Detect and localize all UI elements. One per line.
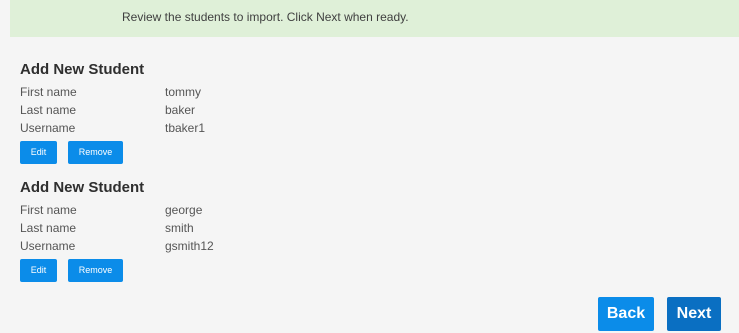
last-name-row: Last name baker <box>20 103 320 121</box>
info-banner: Review the students to import. Click Nex… <box>10 0 739 37</box>
last-name-label: Last name <box>20 221 77 235</box>
student-fields: First name george Last name smith Userna… <box>20 203 320 257</box>
student-card-title: Add New Student <box>20 61 145 78</box>
first-name-value: tommy <box>165 85 201 99</box>
first-name-label: First name <box>20 85 77 99</box>
first-name-label: First name <box>20 203 77 217</box>
student-card-title: Add New Student <box>20 179 145 196</box>
last-name-label: Last name <box>20 103 77 117</box>
first-name-value: george <box>165 203 203 217</box>
first-name-row: First name george <box>20 203 320 221</box>
edit-button[interactable]: Edit <box>20 259 57 282</box>
remove-button[interactable]: Remove <box>68 259 123 282</box>
username-label: Username <box>20 121 76 135</box>
student-card: Add New Student First name george Last n… <box>20 179 320 282</box>
username-row: Username tbaker1 <box>20 121 320 139</box>
remove-button[interactable]: Remove <box>68 141 123 164</box>
student-fields: First name tommy Last name baker Usernam… <box>20 85 320 139</box>
last-name-value: smith <box>165 221 194 235</box>
username-value: gsmith12 <box>165 239 214 253</box>
last-name-row: Last name smith <box>20 221 320 239</box>
username-label: Username <box>20 239 76 253</box>
first-name-row: First name tommy <box>20 85 320 103</box>
back-button[interactable]: Back <box>598 297 654 331</box>
last-name-value: baker <box>165 103 196 117</box>
username-value: tbaker1 <box>165 121 206 135</box>
edit-button[interactable]: Edit <box>20 141 57 164</box>
banner-message: Review the students to import. Click Nex… <box>122 10 409 24</box>
student-card: Add New Student First name tommy Last na… <box>20 61 320 164</box>
next-button[interactable]: Next <box>667 297 721 331</box>
student-actions: Edit Remove <box>20 259 320 282</box>
username-row: Username gsmith12 <box>20 239 320 257</box>
student-actions: Edit Remove <box>20 141 320 164</box>
